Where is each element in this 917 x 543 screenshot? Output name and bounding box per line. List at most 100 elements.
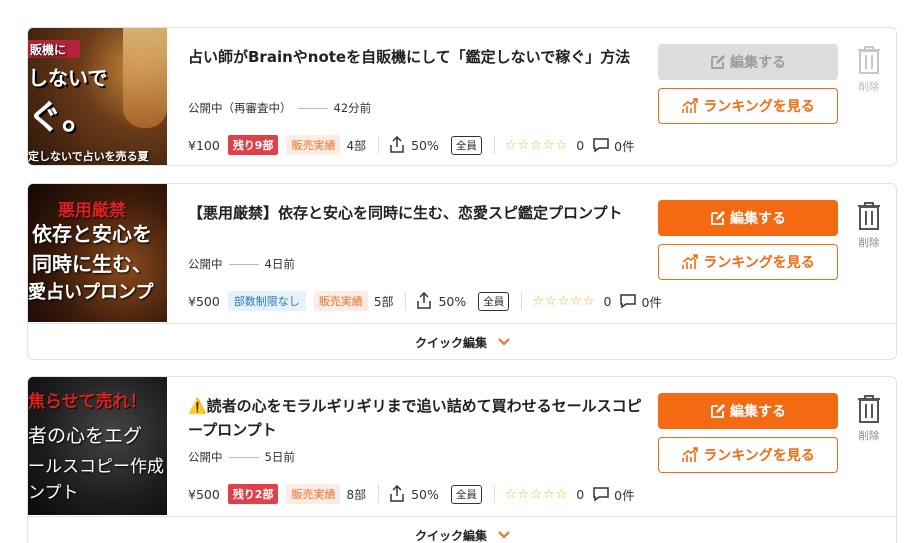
publish-status: 公開中 — [188, 450, 223, 464]
thumb-text: ールスコピー作成 — [28, 457, 164, 477]
divider — [405, 292, 407, 310]
delete-button[interactable]: 削除 — [854, 45, 884, 94]
divider — [493, 136, 495, 154]
sales-count: 8部 — [346, 487, 367, 502]
publish-status: 公開中 — [188, 257, 223, 271]
comment-count: 0件 — [641, 294, 662, 310]
ranking-button[interactable]: ランキングを見る — [658, 437, 838, 473]
publish-time: 5日前 — [264, 450, 295, 464]
rating-stars: ☆☆☆☆☆ — [504, 486, 569, 502]
publish-time: 42分前 — [333, 101, 372, 115]
sales-label: 販売実績 — [286, 484, 341, 504]
share-icon — [390, 485, 404, 502]
share-icon — [390, 136, 404, 153]
scope-badge: 全員 — [450, 484, 482, 504]
stock-badge: 残り9部 — [227, 135, 279, 155]
divider — [493, 485, 495, 503]
publish-meta: 公開中 4日前 — [188, 256, 295, 272]
bar-chart-up-icon — [682, 447, 699, 462]
product-thumbnail[interactable]: 悪用厳禁 依存と安心を 同時に生む、 愛占いプロンプ — [28, 184, 167, 322]
thumb-text: ンプト — [28, 483, 79, 503]
publish-meta: 公開中 5日前 — [188, 449, 295, 465]
stock-badge: 部数制限なし — [227, 291, 306, 311]
divider — [228, 456, 259, 458]
thumb-text: 定しないで占いを売る夏 — [28, 150, 149, 163]
quick-edit-toggle[interactable]: クイック編集 — [28, 516, 896, 543]
affiliate-percent: 50% — [411, 137, 439, 153]
product-stats: ¥100 残り9部 販売実績 4部 50% 全員 ☆☆☆☆☆ 0 0件 — [188, 135, 635, 155]
sales-label: 販売実績 — [313, 291, 368, 311]
edit-button[interactable]: 編集する — [658, 200, 838, 236]
thumb-text: 依存と安心を — [32, 222, 152, 246]
quick-edit-toggle[interactable]: クイック編集 — [28, 323, 896, 359]
trash-icon — [858, 46, 880, 74]
comment-count: 0件 — [614, 487, 635, 503]
trash-icon — [858, 395, 880, 423]
rating-stars: ☆☆☆☆☆ — [532, 293, 596, 309]
thumb-text: 同時に生む、 — [32, 252, 152, 276]
rating-stars: ☆☆☆☆☆ — [504, 137, 569, 153]
publish-meta: 公開中（再審査中） 42分前 — [188, 100, 371, 116]
divider — [378, 136, 380, 154]
thumb-text: 愛占いプロンプ — [28, 282, 154, 303]
divider — [378, 485, 380, 503]
product-title[interactable]: 占い師がBrainやnoteを自販機にして「鑑定しないで稼ぐ」方法 — [188, 45, 648, 69]
publish-time: 4日前 — [264, 257, 295, 271]
thumb-text: 者の心をエグ — [28, 425, 143, 447]
price: ¥500 — [188, 486, 220, 502]
thumb-text: ぐ。 — [28, 98, 96, 138]
scope-badge: 全員 — [478, 291, 510, 311]
stock-badge: 残り2部 — [227, 484, 279, 504]
edit-button-label: 編集する — [730, 404, 786, 420]
product-title[interactable]: 【悪用厳禁】依存と安心を同時に生む、恋愛スピ鑑定プロンプト — [188, 201, 648, 225]
chevron-down-icon — [498, 338, 510, 346]
product-thumbnail[interactable]: 販機に しないで ぐ。 定しないで占いを売る夏 — [28, 28, 167, 165]
affiliate-percent: 50% — [411, 486, 439, 502]
comment-icon — [593, 487, 609, 502]
sales-count: 4部 — [346, 138, 367, 153]
pencil-square-icon — [711, 211, 725, 225]
comment-icon — [620, 294, 637, 309]
ranking-button[interactable]: ランキングを見る — [658, 244, 838, 280]
thumb-text: しないで — [28, 66, 108, 90]
edit-button[interactable]: 編集する — [658, 44, 838, 80]
delete-label: 削除 — [858, 430, 880, 442]
pencil-square-icon — [711, 55, 725, 69]
delete-button[interactable]: 削除 — [854, 201, 884, 250]
price: ¥500 — [188, 293, 220, 309]
product-card: 販機に しないで ぐ。 定しないで占いを売る夏 占い師がBrainやnoteを自… — [27, 27, 897, 166]
delete-label: 削除 — [858, 81, 880, 93]
edit-button[interactable]: 編集する — [658, 393, 838, 429]
affiliate-percent: 50% — [438, 293, 467, 309]
bar-chart-up-icon — [682, 98, 699, 113]
divider — [228, 263, 259, 265]
share-icon — [417, 292, 432, 309]
ranking-button-label: ランキングを見る — [703, 448, 815, 464]
ranking-button[interactable]: ランキングを見る — [658, 88, 838, 124]
product-stats: ¥500 残り2部 販売実績 8部 50% 全員 ☆☆☆☆☆ 0 0件 — [188, 484, 635, 504]
rating-count: 0 — [576, 486, 585, 502]
quick-edit-label: クイック編集 — [414, 528, 487, 543]
sales-label: 販売実績 — [286, 135, 341, 155]
chevron-down-icon — [498, 531, 510, 539]
edit-button-label: 編集する — [730, 211, 786, 227]
divider — [297, 107, 328, 109]
product-title[interactable]: ⚠️読者の心をモラルギリギリまで追い詰めて買わせるセールスコピープロンプト — [188, 394, 648, 442]
publish-status: 公開中（再審査中） — [188, 101, 292, 115]
bar-chart-up-icon — [682, 254, 699, 269]
scope-badge: 全員 — [450, 135, 482, 155]
thumb-text: 販機に — [30, 43, 67, 57]
edit-button-label: 編集する — [730, 55, 786, 71]
product-card: 焦らせて売れ！ 者の心をエグ ールスコピー作成 ンプト ⚠️読者の心をモラルギリ… — [27, 376, 897, 543]
comment-count: 0件 — [614, 138, 635, 154]
product-card: 悪用厳禁 依存と安心を 同時に生む、 愛占いプロンプ 【悪用厳禁】依存と安心を同… — [27, 183, 897, 360]
product-thumbnail[interactable]: 焦らせて売れ！ 者の心をエグ ールスコピー作成 ンプト — [28, 377, 167, 515]
delete-button[interactable]: 削除 — [854, 394, 884, 443]
trash-icon — [858, 202, 880, 230]
ranking-button-label: ランキングを見る — [703, 255, 815, 271]
ranking-button-label: ランキングを見る — [703, 99, 815, 115]
quick-edit-label: クイック編集 — [414, 335, 487, 350]
rating-count: 0 — [603, 293, 612, 309]
comment-icon — [593, 138, 609, 153]
sales-count: 5部 — [373, 294, 394, 309]
